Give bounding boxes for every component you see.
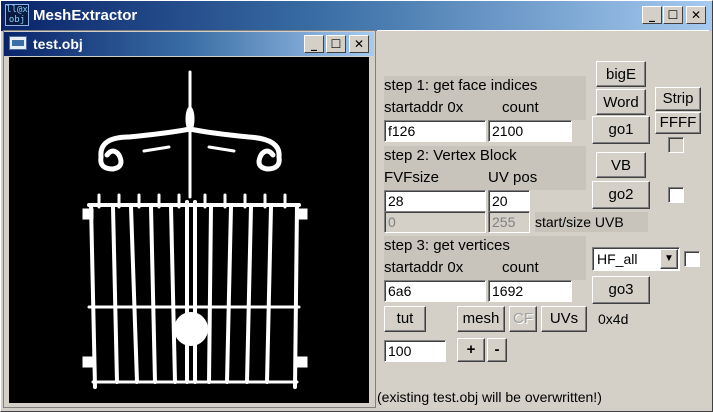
step3-startaddr-input[interactable]: 6a6 (384, 280, 486, 302)
panel-top-strip (377, 30, 709, 58)
step1-startaddr-label: startaddr 0x (384, 99, 464, 116)
cf-button: CF (509, 306, 537, 332)
step3-startaddr-label: startaddr 0x (384, 259, 464, 276)
mesh-select[interactable]: HF_all ▼ (592, 247, 680, 271)
strip-button[interactable]: Strip (655, 87, 701, 111)
child-window-title: test.obj (33, 36, 83, 52)
ffff-checkbox[interactable] (668, 137, 684, 153)
go2-button[interactable]: go2 (592, 181, 650, 209)
vb-button[interactable]: VB (596, 152, 646, 178)
uvb-start-input: 0 (384, 211, 486, 233)
uvs-button[interactable]: UVs (541, 306, 587, 332)
mesh-viewport[interactable] (9, 57, 369, 403)
step2-uvpos-label: UV pos (488, 169, 538, 186)
step2-heading: step 2: Vertex Block (384, 146, 586, 168)
step1-heading: step 1: get face indices (384, 76, 586, 98)
minimize-button[interactable]: _ (642, 6, 662, 24)
step3-heading: step 3: get vertices (384, 236, 586, 258)
app-icon[interactable]: ll@x obj (5, 4, 29, 26)
step1-count-label: count (502, 99, 539, 116)
close-button[interactable]: ✕ (686, 6, 706, 24)
uvb-label: start/size UVB (535, 212, 648, 232)
mesh-hinge-bottom-right (296, 356, 308, 368)
uvb-size-input: 255 (488, 211, 530, 233)
scale-input[interactable]: 100 (384, 340, 446, 362)
mesh-button[interactable]: mesh (457, 306, 505, 332)
mesh-left-leaf (142, 145, 171, 153)
step3-labels-row: startaddr 0x count (384, 258, 586, 280)
step2-labels-row: FVFsize UV pos (384, 168, 586, 190)
chevron-down-icon[interactable]: ▼ (660, 249, 678, 269)
step3-count-input[interactable]: 1692 (488, 280, 572, 302)
maximize-button[interactable]: ☐ (663, 6, 683, 24)
mesh-hinge-top-left (82, 208, 94, 220)
step1-labels-row: startaddr 0x count (384, 98, 586, 120)
step1-count-input[interactable]: 2100 (488, 120, 572, 142)
mesh-left-scroll (98, 148, 124, 172)
ffff-button[interactable]: FFFF (655, 112, 701, 134)
step2-fvfsize-label: FVFsize (384, 169, 440, 186)
fvfsize-input[interactable]: 28 (384, 190, 486, 212)
mesh-right-leaf (207, 145, 236, 153)
step1-startaddr-input[interactable]: f126 (384, 120, 486, 142)
tut-button[interactable]: tut (384, 306, 426, 332)
mesh-hinge-bottom-left (82, 356, 94, 368)
go2-checkbox[interactable] (668, 187, 684, 203)
window-title: MeshExtractor (33, 7, 138, 24)
child-minimize-button[interactable]: _ (304, 35, 324, 53)
go3-button[interactable]: go3 (592, 276, 650, 304)
hex-readout: 0x4d (598, 309, 644, 329)
word-button[interactable]: Word (596, 89, 646, 115)
plus-button[interactable]: + (457, 338, 485, 362)
gate-mesh-render (82, 70, 308, 389)
status-message: (existing test.obj will be overwritten!) (377, 386, 675, 408)
window-icon[interactable] (9, 36, 27, 50)
mesh-right-scroll (256, 148, 282, 172)
mesh-center-lock (174, 312, 208, 346)
minus-button[interactable]: - (487, 338, 507, 362)
select-checkbox[interactable] (684, 251, 700, 267)
bigE-button[interactable]: bigE (596, 61, 646, 87)
mesh-hinge-top-right (296, 208, 308, 220)
step3-count-label: count (502, 259, 539, 276)
child-close-button[interactable]: ✕ (349, 35, 369, 53)
child-maximize-button[interactable]: ☐ (326, 35, 346, 53)
mesh-select-value: HF_all (597, 251, 638, 267)
go1-button[interactable]: go1 (592, 116, 650, 144)
mesh-bars (111, 200, 273, 384)
uvpos-input[interactable]: 20 (488, 190, 530, 212)
